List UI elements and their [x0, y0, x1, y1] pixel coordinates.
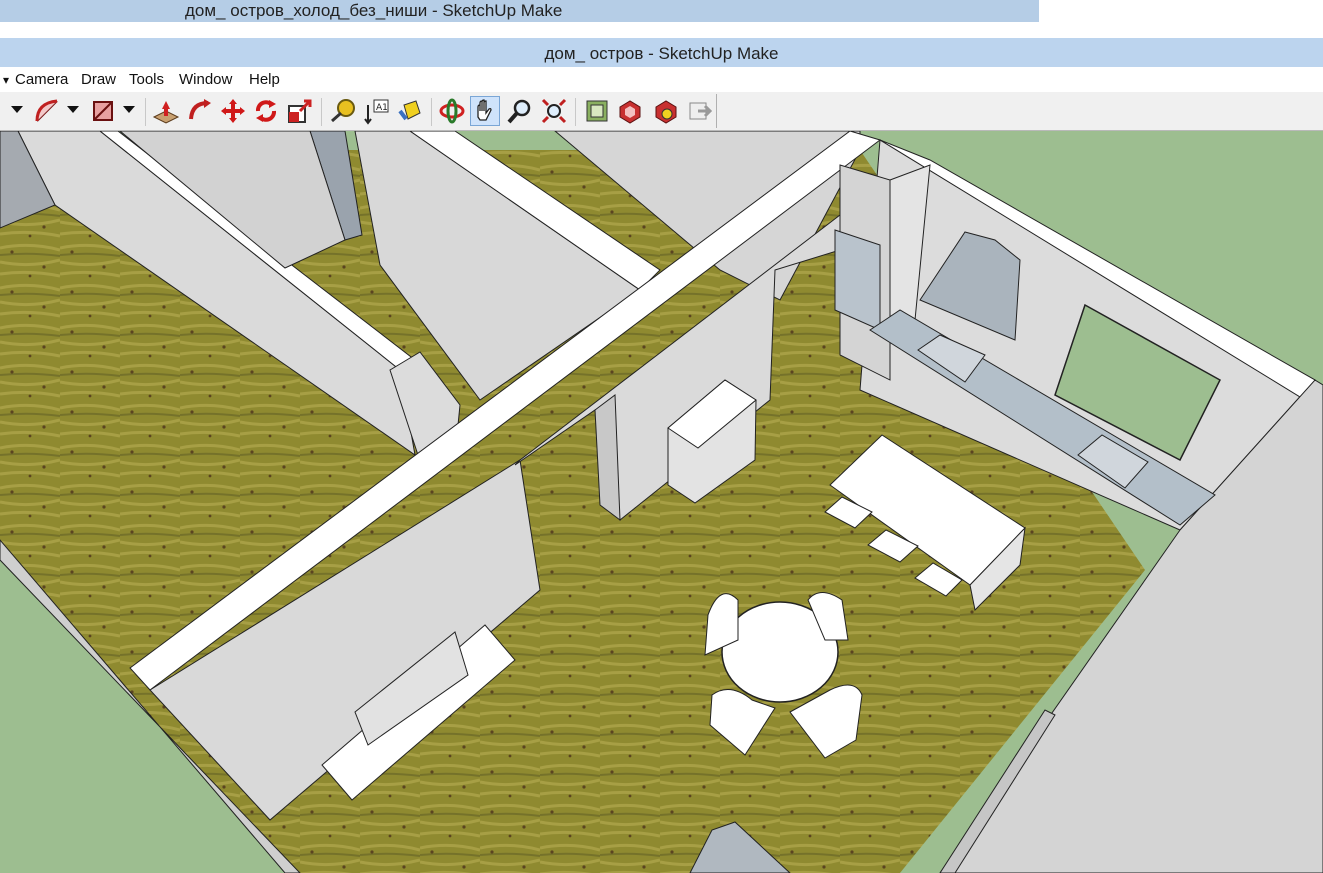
background-window-titlebar[interactable]: дом_ остров_холод_без_ниши - SketchUp Ma…: [0, 0, 1039, 22]
orbit-icon[interactable]: [438, 97, 466, 125]
zoom-icon[interactable]: [506, 97, 534, 125]
toolbar-separator: [431, 98, 432, 126]
large-toolset-toolbar: A1: [0, 92, 1323, 131]
share-model-icon[interactable]: [616, 97, 644, 125]
toolbar-separator: [145, 98, 146, 126]
text-icon[interactable]: A1: [362, 97, 390, 125]
menu-tools[interactable]: Tools: [129, 71, 164, 88]
get-models-icon[interactable]: [583, 97, 611, 125]
zoom-extents-icon[interactable]: [540, 97, 568, 125]
menu-bar: ▾ Camera Draw Tools Window Help: [0, 67, 1323, 92]
send-to-layout-icon[interactable]: [686, 97, 714, 125]
paint-bucket-icon[interactable]: [396, 97, 424, 125]
scale-icon[interactable]: [286, 97, 314, 125]
background-window-strip: [0, 22, 1039, 38]
toolbar-separator: [321, 98, 322, 126]
follow-me-icon[interactable]: [186, 97, 214, 125]
menu-help[interactable]: Help: [249, 71, 280, 88]
menu-camera[interactable]: Camera: [15, 71, 68, 88]
eraser-dropdown-arrow[interactable]: [123, 106, 135, 113]
extension-warehouse-icon[interactable]: [652, 97, 680, 125]
toolbar-separator: [575, 98, 576, 126]
menu-overflow-arrow[interactable]: ▾: [3, 73, 9, 87]
rotate-icon[interactable]: [252, 97, 280, 125]
toolbar-panel: A1: [0, 94, 717, 128]
arc-icon[interactable]: [33, 97, 61, 125]
window-title: дом_ остров - SketchUp Make: [544, 44, 779, 63]
menu-window[interactable]: Window: [179, 71, 232, 88]
3d-viewport[interactable]: [0, 131, 1323, 873]
window-titlebar[interactable]: дом_ остров - SketchUp Make: [0, 38, 1323, 67]
menu-draw[interactable]: Draw: [81, 71, 116, 88]
svg-text:A1: A1: [376, 103, 388, 113]
arc-dropdown-arrow[interactable]: [67, 106, 79, 113]
eraser-icon[interactable]: [89, 97, 117, 125]
tape-measure-icon[interactable]: [329, 97, 357, 125]
select-dropdown-arrow[interactable]: [11, 106, 23, 113]
move-icon[interactable]: [219, 97, 247, 125]
push-pull-icon[interactable]: [152, 97, 180, 125]
pan-icon[interactable]: [470, 96, 500, 126]
background-window-title: дом_ остров_холод_без_ниши - SketchUp Ma…: [185, 1, 563, 20]
